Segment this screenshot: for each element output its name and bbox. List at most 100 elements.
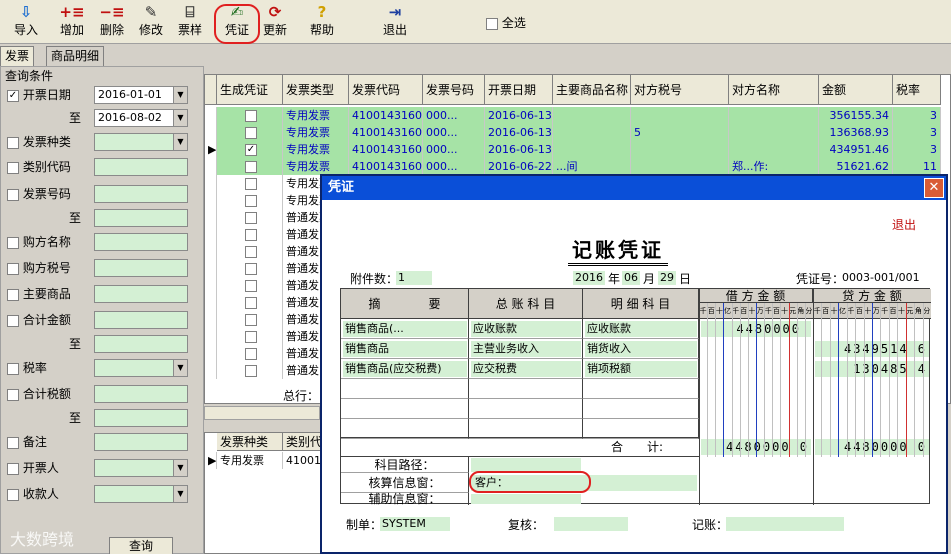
generate-voucher-checkbox[interactable] — [217, 362, 283, 379]
category-code-input[interactable] — [94, 158, 188, 176]
generate-voucher-checkbox[interactable] — [217, 260, 283, 277]
ledger-detail[interactable]: 应收账款 — [585, 321, 697, 337]
attach-count[interactable]: 1 — [396, 271, 432, 285]
date-checkbox[interactable]: ✓ 开票日期 — [7, 86, 71, 104]
ledger-cell[interactable] — [341, 419, 469, 439]
ledger-cell[interactable] — [341, 379, 469, 399]
payee-select[interactable]: ▼ — [94, 485, 188, 503]
grid-cell[interactable]: 2016-06-13 — [485, 141, 553, 158]
grid-cell[interactable] — [729, 141, 819, 158]
buyer-name-input[interactable] — [94, 233, 188, 251]
grid-cell[interactable]: 2016-06-13 — [485, 124, 553, 141]
import-button[interactable]: ⇩ 导入 — [4, 2, 48, 42]
grid-cell[interactable]: 2016-06-22 — [485, 158, 553, 175]
query-button[interactable]: 查询 — [109, 537, 173, 554]
generate-voucher-checkbox[interactable] — [217, 328, 283, 345]
invoice-type-checkbox[interactable]: 发票种类 — [7, 133, 71, 151]
total-amount-to-input[interactable] — [94, 335, 188, 353]
grid-cell[interactable]: 000... — [423, 107, 485, 124]
ledger-cell[interactable] — [583, 399, 699, 419]
tab-goods-detail[interactable]: 商品明细 — [46, 46, 105, 66]
ledger-account[interactable]: 应收账款 — [471, 321, 581, 337]
ledger-cell[interactable] — [583, 379, 699, 399]
dialog-exit-link[interactable]: 退出 — [892, 216, 916, 233]
ledger-summary[interactable]: 销售商品 — [343, 341, 467, 357]
grid-cell[interactable]: 专用发票 — [217, 452, 283, 469]
sample-button[interactable]: ⌸ 票样 — [168, 2, 212, 42]
ledger-cell[interactable] — [469, 419, 583, 439]
date-from-input[interactable]: 2016-01-01 ▼ — [94, 86, 188, 104]
ledger-summary[interactable]: 销售商品(应交税费) — [343, 361, 467, 377]
generate-voucher-checkbox[interactable] — [217, 277, 283, 294]
tax-rate-checkbox[interactable]: 税率 — [7, 359, 47, 377]
close-icon[interactable]: ✕ — [924, 178, 944, 198]
grid-header[interactable]: 税率 — [893, 75, 941, 105]
ledger-cell[interactable] — [583, 419, 699, 439]
generate-voucher-checkbox[interactable] — [217, 243, 283, 260]
grid-cell[interactable]: 000... — [423, 124, 485, 141]
modify-button[interactable]: ✎ 修改 — [129, 2, 173, 42]
ledger-cell[interactable] — [469, 379, 583, 399]
payee-checkbox[interactable]: 收款人 — [7, 485, 59, 503]
grid-cell[interactable]: 郑...作: — [729, 158, 819, 175]
main-goods-input[interactable] — [94, 285, 188, 303]
grid-header[interactable]: 发票种类 — [217, 433, 283, 451]
exit-button[interactable]: ⇥ 退出 — [373, 2, 417, 42]
ledger-account[interactable]: 应交税费 — [471, 361, 581, 377]
grid-cell[interactable]: 000... — [423, 141, 485, 158]
invoice-no-to-input[interactable] — [94, 209, 188, 227]
grid-header[interactable]: 发票类型 — [283, 75, 349, 105]
total-amount-checkbox[interactable]: 合计金额 — [7, 311, 71, 329]
add-button[interactable]: +≡ 增加 — [50, 2, 94, 42]
generate-voucher-checkbox[interactable] — [217, 158, 283, 175]
update-button[interactable]: ⟳ 更新 — [253, 2, 297, 42]
grid-cell[interactable]: 3 — [893, 107, 941, 124]
generate-voucher-checkbox[interactable] — [217, 107, 283, 124]
grid-header[interactable]: 发票代码 — [349, 75, 423, 105]
grid-cell[interactable] — [553, 107, 631, 124]
buyer-tax-checkbox[interactable]: 购方税号 — [7, 259, 71, 277]
total-amount-from-input[interactable] — [94, 311, 188, 329]
grid-cell[interactable]: 专用发票 — [283, 158, 349, 175]
voucher-month[interactable]: 06 — [622, 271, 640, 285]
ledger-summary[interactable]: 销售商品(... — [343, 321, 467, 337]
total-tax-checkbox[interactable]: 合计税额 — [7, 385, 71, 403]
total-tax-from-input[interactable] — [94, 385, 188, 403]
grid-cell[interactable]: 4100143160 — [349, 141, 423, 158]
grid-cell[interactable] — [631, 107, 729, 124]
generate-voucher-checkbox[interactable] — [217, 175, 283, 192]
grid-header[interactable]: 发票号码 — [423, 75, 485, 105]
grid-cell[interactable]: 434951.46 — [819, 141, 893, 158]
main-goods-checkbox[interactable]: 主要商品 — [7, 285, 71, 303]
grid-header[interactable]: 生成凭证 — [217, 75, 283, 105]
ledger-cell[interactable] — [341, 399, 469, 419]
bookkeep-value[interactable] — [726, 517, 844, 531]
horizontal-scrollbar[interactable] — [204, 406, 320, 420]
generate-voucher-checkbox[interactable] — [217, 209, 283, 226]
tab-invoice[interactable]: 发票 — [0, 46, 35, 66]
invoice-no-from-input[interactable] — [94, 185, 188, 203]
generate-voucher-checkbox[interactable] — [217, 294, 283, 311]
grid-cell[interactable]: 000... — [423, 158, 485, 175]
grid-cell[interactable]: 4100143160 — [349, 107, 423, 124]
grid-cell[interactable]: 136368.93 — [819, 124, 893, 141]
grid-cell[interactable] — [553, 141, 631, 158]
generate-voucher-checkbox[interactable] — [217, 124, 283, 141]
generate-voucher-checkbox[interactable] — [217, 192, 283, 209]
grid-cell[interactable] — [631, 158, 729, 175]
ledger-cell[interactable] — [469, 399, 583, 419]
grid-cell[interactable]: 专用发票 — [283, 124, 349, 141]
grid-cell[interactable]: 专用发票 — [283, 141, 349, 158]
grid-cell[interactable]: 356155.34 — [819, 107, 893, 124]
buyer-tax-input[interactable] — [94, 259, 188, 277]
grid-cell[interactable]: 3 — [893, 141, 941, 158]
invoice-no-checkbox[interactable]: 发票号码 — [7, 185, 71, 203]
grid-cell[interactable] — [631, 141, 729, 158]
grid-header[interactable]: 金额 — [819, 75, 893, 105]
remark-input[interactable] — [94, 433, 188, 451]
generate-voucher-checkbox[interactable] — [217, 226, 283, 243]
select-all-checkbox[interactable]: 全选 — [486, 14, 526, 31]
grid-header[interactable]: 对方名称 — [729, 75, 819, 105]
ledger-account[interactable]: 主营业务收入 — [471, 341, 581, 357]
path-value[interactable] — [471, 458, 581, 472]
